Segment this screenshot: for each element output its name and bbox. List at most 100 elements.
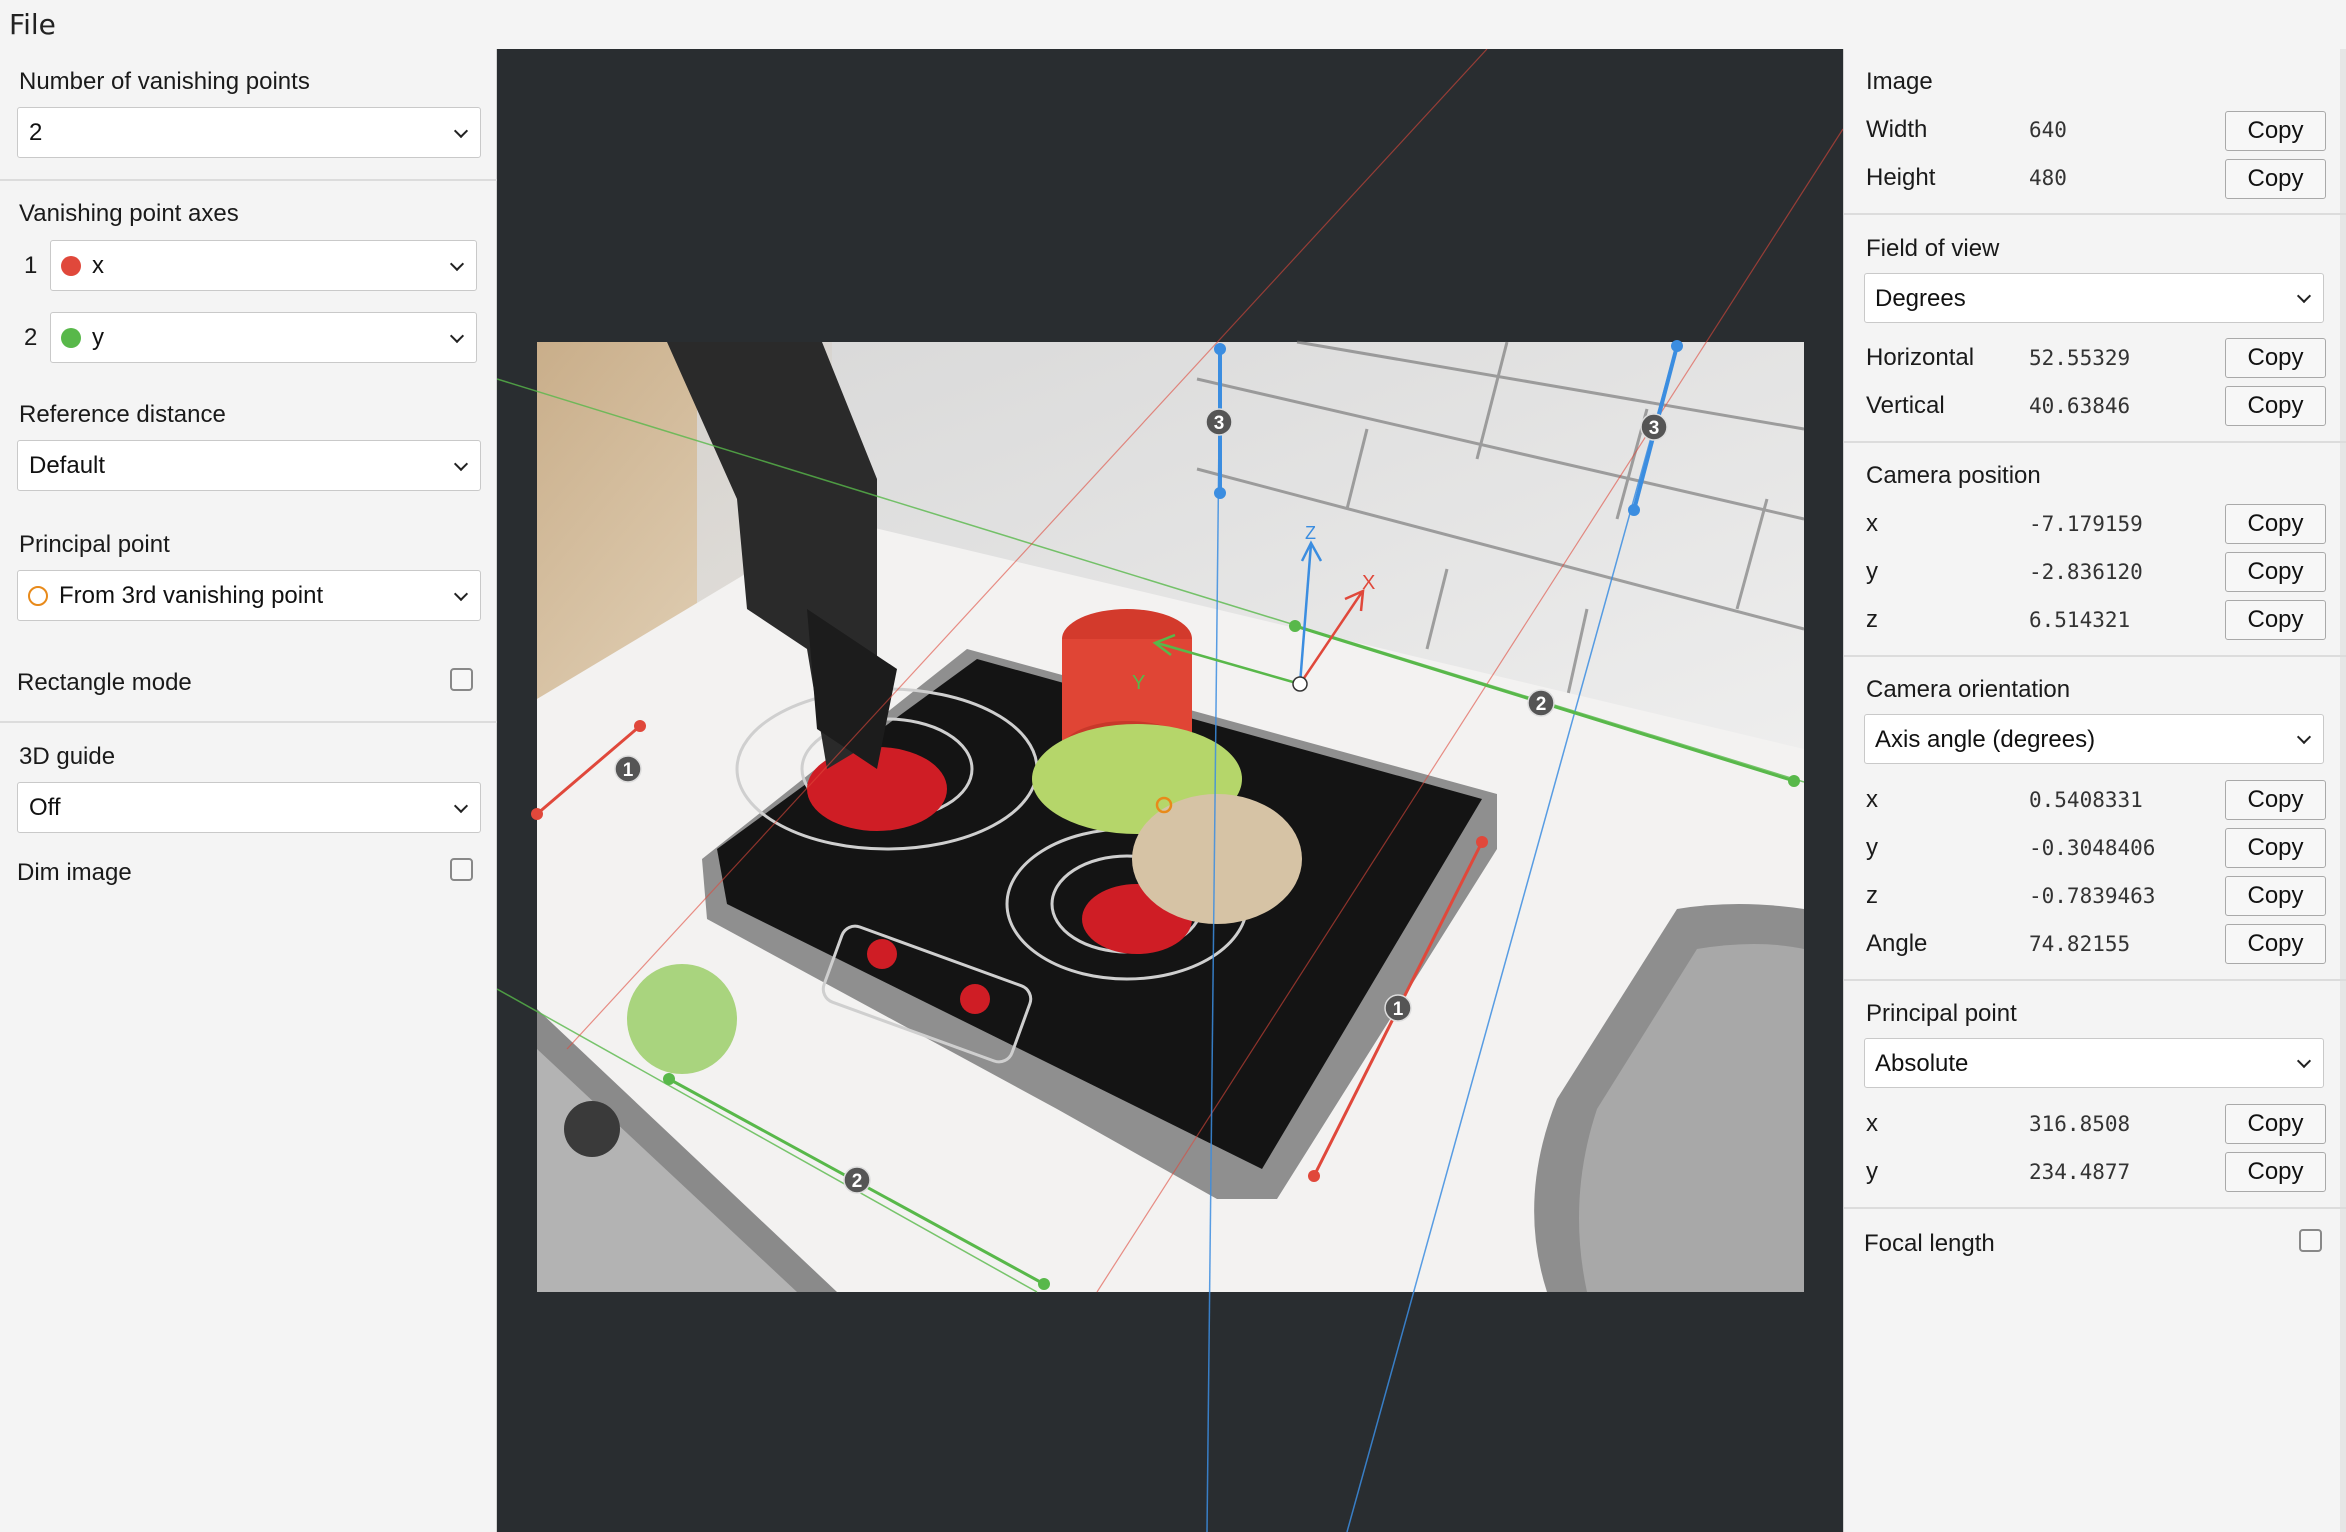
copy-width-button[interactable]: Copy (2225, 111, 2326, 151)
3d-guide-select[interactable]: Off (17, 782, 481, 833)
x-handle[interactable] (531, 808, 543, 820)
copy-camera-position-y-button[interactable]: Copy (2225, 552, 2326, 592)
camera-calibration-canvas[interactable]: 1 1 2 2 3 3 Y X Z (497, 49, 1843, 1532)
chevron-down-icon (2296, 288, 2312, 304)
fov-vertical-value: 40.63846 (2029, 394, 2131, 418)
z-axis-label: Z (1305, 523, 1316, 543)
z-handle[interactable] (1214, 343, 1226, 355)
fov-unit-value: Degrees (1875, 285, 1966, 312)
chevron-down-icon (453, 456, 469, 472)
camera-position-title: Camera position (1866, 462, 2041, 489)
x-segment-badge: 1 (1393, 999, 1404, 1020)
focal-length-label: Focal length (1864, 1230, 1995, 1257)
x-segment-badge: 1 (623, 760, 634, 781)
vp-axis-2-select[interactable]: y (50, 312, 477, 363)
copy-principal-point-x-button[interactable]: Copy (2225, 1104, 2326, 1144)
vp-axis-index-1: 1 (24, 252, 38, 279)
orientation-x-value: 0.5408331 (2029, 788, 2143, 812)
chevron-down-icon (453, 586, 469, 602)
y-handle[interactable] (1289, 620, 1301, 632)
copy-principal-point-y-button[interactable]: Copy (2225, 1152, 2326, 1192)
copy-orientation-angle-button[interactable]: Copy (2225, 924, 2326, 964)
y-segment-badge: 2 (852, 1171, 863, 1192)
copy-orientation-z-button[interactable]: Copy (2225, 876, 2326, 916)
image-height-label: Height (1866, 164, 1936, 191)
num-vanishing-points-label: Number of vanishing points (19, 68, 310, 95)
file-menu[interactable]: File (9, 8, 56, 41)
orientation-z-label: z (1866, 882, 1878, 909)
x-axis-color-dot-icon (61, 256, 81, 276)
right-results-panel: Image Width 640 Copy Height 480 Copy Fie… (1843, 49, 2346, 1532)
copy-height-button[interactable]: Copy (2225, 159, 2326, 199)
vp-axis-2-value: y (92, 324, 104, 351)
camera-orientation-mode-value: Axis angle (degrees) (1875, 726, 2096, 753)
x-handle[interactable] (1476, 836, 1488, 848)
copy-fov-horizontal-button[interactable]: Copy (2225, 338, 2326, 378)
z-handle[interactable] (1214, 487, 1226, 499)
orientation-z-value: -0.7839463 (2029, 884, 2156, 908)
copy-orientation-x-button[interactable]: Copy (2225, 780, 2326, 820)
divider (1844, 979, 2346, 981)
fov-horizontal-label: Horizontal (1866, 344, 1975, 371)
camera-orientation-title: Camera orientation (1866, 676, 2071, 703)
x-handle[interactable] (634, 720, 646, 732)
z-handle[interactable] (1671, 340, 1683, 352)
y-axis-color-dot-icon (61, 328, 81, 348)
y-handle[interactable] (663, 1073, 675, 1085)
vp-axis-index-2: 2 (24, 324, 38, 351)
principal-point-label: Principal point (19, 531, 170, 558)
scrollbar[interactable] (2340, 49, 2346, 1532)
fov-vertical-label: Vertical (1866, 392, 1945, 419)
divider (1844, 655, 2346, 657)
x-handle[interactable] (1308, 1170, 1320, 1182)
principal-point-select[interactable]: From 3rd vanishing point (17, 570, 481, 621)
photo-image (537, 340, 1805, 1292)
orientation-angle-label: Angle (1866, 930, 1928, 957)
dim-image-label: Dim image (17, 859, 132, 886)
copy-camera-position-x-button[interactable]: Copy (2225, 504, 2326, 544)
fov-unit-select[interactable]: Degrees (1864, 273, 2324, 323)
orientation-y-value: -0.3048406 (2029, 836, 2156, 860)
chevron-down-icon (453, 123, 469, 139)
camera-position-y-label: y (1866, 558, 1878, 585)
y-handle[interactable] (1038, 1278, 1050, 1290)
principal-point-value: From 3rd vanishing point (59, 582, 324, 609)
orientation-y-label: y (1866, 834, 1878, 861)
reference-distance-label: Reference distance (19, 401, 226, 428)
reference-distance-select[interactable]: Default (17, 440, 481, 491)
y-segment-badge: 2 (1536, 694, 1547, 715)
camera-position-x-value: -7.179159 (2029, 512, 2143, 536)
copy-camera-position-z-button[interactable]: Copy (2225, 600, 2326, 640)
num-vanishing-points-select[interactable]: 2 (17, 107, 481, 158)
y-axis-label: Y (1132, 672, 1145, 694)
principal-point-y-label: y (1866, 1158, 1878, 1185)
chevron-down-icon (449, 256, 465, 272)
orientation-x-label: x (1866, 786, 1878, 813)
focal-length-checkbox[interactable] (2299, 1229, 2322, 1252)
chevron-down-icon (449, 328, 465, 344)
fov-horizontal-value: 52.55329 (2029, 346, 2131, 370)
camera-position-z-value: 6.514321 (2029, 608, 2131, 632)
vanishing-point-axes-label: Vanishing point axes (19, 200, 239, 227)
dim-image-checkbox[interactable] (450, 858, 473, 881)
rectangle-mode-checkbox[interactable] (450, 668, 473, 691)
fov-section-title: Field of view (1866, 235, 2000, 262)
3d-guide-label: 3D guide (19, 743, 116, 770)
copy-orientation-y-button[interactable]: Copy (2225, 828, 2326, 868)
vp-axis-1-select[interactable]: x (50, 240, 477, 291)
divider (1844, 1207, 2346, 1209)
copy-fov-vertical-button[interactable]: Copy (2225, 386, 2326, 426)
principal-point-title: Principal point (1866, 1000, 2017, 1027)
menu-bar: File (0, 0, 2346, 49)
reference-distance-value: Default (29, 452, 106, 479)
divider (0, 721, 497, 723)
principal-point-mode-select[interactable]: Absolute (1864, 1038, 2324, 1088)
z-segment-badge: 3 (1214, 413, 1225, 434)
y-handle[interactable] (1788, 775, 1800, 787)
image-width-label: Width (1866, 116, 1928, 143)
camera-orientation-mode-select[interactable]: Axis angle (degrees) (1864, 714, 2324, 764)
z-handle[interactable] (1628, 504, 1640, 516)
origin-handle[interactable] (1292, 676, 1308, 692)
chevron-down-icon (453, 798, 469, 814)
divider (1844, 213, 2346, 215)
